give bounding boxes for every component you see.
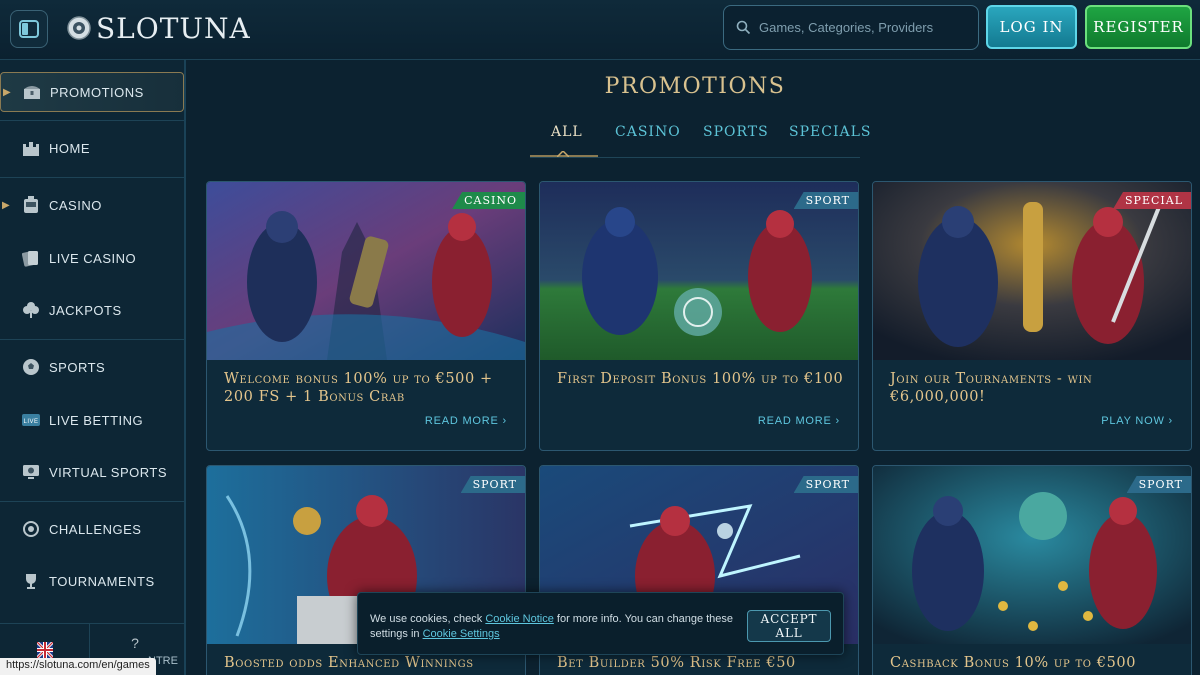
search-input[interactable] <box>759 20 959 35</box>
read-more-link[interactable]: READ MORE › <box>758 415 840 427</box>
sidebar-item-jackpots[interactable]: JACKPOTS <box>0 290 184 330</box>
tabs-divider <box>530 157 860 158</box>
cards-icon <box>22 249 40 267</box>
sidebar-item-home[interactable]: HOME <box>0 128 184 168</box>
divider <box>0 177 184 178</box>
sidebar-item-promotions[interactable]: ▶ PROMOTIONS <box>0 72 184 112</box>
sidebar-item-label: LIVE CASINO <box>49 250 137 266</box>
chevron-right-icon: ▶ <box>3 86 12 98</box>
sidebar-item-label: CHALLENGES <box>49 521 142 537</box>
slot-machine-icon <box>22 196 40 214</box>
login-button[interactable]: LOG IN <box>986 5 1077 49</box>
soccer-ball-icon <box>22 358 40 376</box>
sidebar-toggle-button[interactable] <box>10 10 48 48</box>
sidebar-item-label: CASINO <box>49 197 102 213</box>
play-now-label: PLAY NOW <box>1101 415 1165 427</box>
link-preview-statusbar: https://slotuna.com/en/games <box>0 658 156 675</box>
divider <box>0 120 184 121</box>
accept-all-button[interactable]: ACCEPT ALL <box>747 610 831 642</box>
sidebar-item-label: VIRTUAL SPORTS <box>49 464 168 480</box>
virtual-screen-icon <box>22 463 40 481</box>
treasure-chest-icon <box>23 83 41 101</box>
category-badge: SPORT <box>793 476 858 493</box>
read-more-label: READ MORE <box>757 415 832 427</box>
play-now-link[interactable]: PLAY NOW › <box>1101 415 1173 427</box>
sidebar-item-label: PROMOTIONS <box>50 84 144 100</box>
logo-emblem-icon <box>67 16 91 40</box>
divider <box>0 339 184 340</box>
medal-icon <box>22 520 40 538</box>
tab-all[interactable]: ALL <box>551 124 583 140</box>
clover-icon <box>22 301 40 319</box>
cookie-message: We use cookies, check Cookie Notice for … <box>370 612 740 642</box>
category-badge: SPORT <box>793 192 858 209</box>
cookie-settings-link[interactable]: Cookie Settings <box>423 628 500 640</box>
promo-card-welcome-bonus[interactable]: CASINO Welcome bonus 100% up to €500 + 2… <box>206 181 526 451</box>
promo-title: Join our Tournaments - win €6,000,000! <box>890 371 1093 405</box>
tab-caret-icon <box>557 151 569 157</box>
register-button[interactable]: REGISTER <box>1085 5 1192 49</box>
sidebar-item-live-betting[interactable]: LIVE LIVE BETTING <box>0 400 184 440</box>
promo-title: Cashback Bonus 10% up to €500 <box>890 655 1137 671</box>
help-icon: ? <box>131 635 139 651</box>
promo-title: First Deposit Bonus 100% up to €100 <box>557 371 844 387</box>
svg-text:?: ? <box>131 635 139 651</box>
sidebar-item-virtual-sports[interactable]: VIRTUAL SPORTS <box>0 452 184 492</box>
sidebar-item-label: JACKPOTS <box>49 302 122 318</box>
promo-title: Boosted odds Enhanced Winnings <box>224 655 474 671</box>
sidebar-item-label: TOURNAMENTS <box>49 573 155 589</box>
svg-text:LIVE: LIVE <box>23 419 38 425</box>
sidebar: ▶ PROMOTIONS HOME ▶ CASINO LIVE CASINO J… <box>0 60 186 675</box>
category-badge: SPECIAL <box>1113 192 1191 209</box>
sidebar-item-challenges[interactable]: CHALLENGES <box>0 509 184 549</box>
promo-card-first-deposit[interactable]: SPORT First Deposit Bonus 100% up to €10… <box>539 181 859 451</box>
logo[interactable]: SLOTUNA <box>66 10 251 46</box>
search-icon <box>736 20 751 35</box>
sidebar-item-label: HOME <box>49 140 90 156</box>
trophy-icon <box>22 572 40 590</box>
divider <box>0 501 184 502</box>
sidebar-item-label: SPORTS <box>49 359 106 375</box>
sidebar-item-tournaments[interactable]: TOURNAMENTS <box>0 561 184 601</box>
sidebar-item-sports[interactable]: SPORTS <box>0 347 184 387</box>
tab-sports[interactable]: SPORTS <box>703 124 769 140</box>
uk-flag-icon <box>36 642 53 658</box>
search-box[interactable] <box>723 5 979 50</box>
promo-title: Welcome bonus 100% up to €500 + 200 FS +… <box>224 371 493 405</box>
sidebar-item-casino[interactable]: ▶ CASINO <box>0 185 184 225</box>
chevron-right-icon: ▶ <box>2 199 11 211</box>
read-more-link[interactable]: READ MORE › <box>425 415 507 427</box>
castle-icon <box>22 139 40 157</box>
category-badge: SPORT <box>460 476 525 493</box>
read-more-label: READ MORE <box>424 415 499 427</box>
sidebar-item-label: LIVE BETTING <box>49 412 144 428</box>
cookie-text-start: We use cookies, check <box>370 613 483 625</box>
sidebar-toggle-icon <box>19 20 39 38</box>
category-badge: CASINO <box>452 192 525 209</box>
promo-card-cashback[interactable]: SPORT Cashback Bonus 10% up to €500 <box>872 465 1192 675</box>
sidebar-item-live-casino[interactable]: LIVE CASINO <box>0 238 184 278</box>
cookie-notice-link[interactable]: Cookie Notice <box>485 613 553 625</box>
live-badge-icon: LIVE <box>22 411 40 429</box>
header: SLOTUNA LOG IN REGISTER <box>0 0 1200 60</box>
tab-casino[interactable]: CASINO <box>615 124 681 140</box>
promo-title: Bet Builder 50% Risk Free €50 <box>557 655 796 671</box>
promo-card-tournaments[interactable]: SPECIAL Join our Tournaments - win €6,00… <box>872 181 1192 451</box>
logo-text: SLOTUNA <box>96 11 251 45</box>
page-title: PROMOTIONS <box>604 74 786 99</box>
tab-specials[interactable]: SPECIALS <box>789 124 871 140</box>
category-badge: SPORT <box>1126 476 1191 493</box>
